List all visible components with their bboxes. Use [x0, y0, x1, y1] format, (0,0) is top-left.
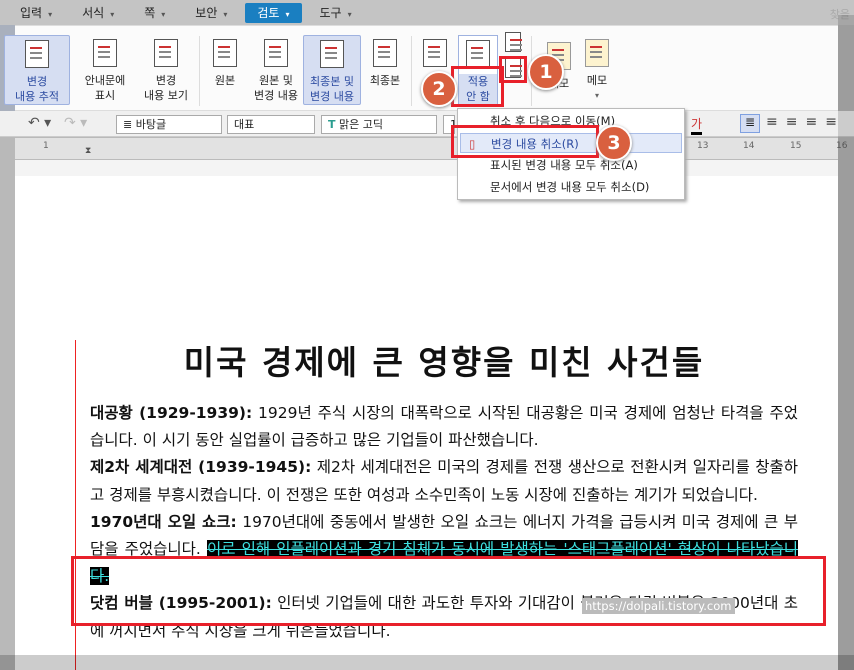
align-justify-icon[interactable]: ≣ — [740, 114, 760, 133]
menu-format[interactable]: 서식 ▾ — [70, 3, 126, 23]
highlight-inserted-text — [71, 556, 826, 626]
menu-insert[interactable]: 입력 ▾ — [8, 3, 64, 23]
divider — [199, 36, 200, 106]
paragraph: 대공황 (1929-1939): 1929년 주식 시장의 대폭락으로 시작된 … — [90, 404, 798, 450]
menu-review[interactable]: 검토 ▾ — [245, 2, 302, 23]
redo-icon[interactable]: ↷ ▾ — [64, 115, 87, 131]
step-badge-1: 1 — [528, 54, 564, 90]
ruler[interactable]: 1 13 14 15 16 ⧗ — [15, 138, 847, 160]
reject-x-icon — [466, 40, 490, 68]
font-color-icon[interactable]: 가 — [691, 115, 703, 135]
paragraph: 제2차 세계대전 (1939-1945): 제2차 세계대전은 미국의 경제를 … — [90, 458, 798, 504]
overlay-edge — [0, 655, 854, 670]
track-changes-icon — [25, 40, 49, 68]
accept-check-icon — [423, 39, 447, 67]
formatting-toolbar: ↶ ▾ ↷ ▾ ≣ 바탕글 대표 T 맑은 고딕 1 가 ≣ ≡≡≡≡ — [0, 111, 854, 137]
memo-options-button[interactable]: 메모 ▾ — [577, 34, 617, 103]
document-icon — [213, 39, 237, 67]
language-select[interactable]: 대표 — [227, 115, 315, 134]
final-and-changes-button[interactable]: 최종본 및 변경 내용 — [303, 35, 361, 105]
previous-change-button[interactable] — [503, 32, 523, 58]
undo-icon[interactable]: ↶ ▾ — [28, 115, 51, 131]
original-button[interactable]: 원본 — [205, 34, 245, 88]
balloon-icon — [93, 39, 117, 67]
memo-icon — [585, 39, 609, 67]
menu-page[interactable]: 쪽 ▾ — [132, 3, 177, 23]
overlay-edge — [838, 15, 854, 670]
view-changes-button[interactable]: 변경 내용 보기 — [135, 34, 197, 103]
highlight-menu-item — [451, 125, 599, 158]
menu-item-reject-all-in-document[interactable]: 문서에서 변경 내용 모두 취소(D) — [490, 177, 649, 197]
align-buttons[interactable]: ≡≡≡≡ — [766, 114, 845, 130]
document-icon — [320, 40, 344, 68]
menu-security[interactable]: 보안 ▾ — [183, 3, 239, 23]
divider — [411, 36, 412, 106]
previous-icon — [505, 32, 522, 52]
left-indent-marker[interactable]: ⧗ — [85, 146, 91, 156]
style-select[interactable]: ≣ 바탕글 — [116, 115, 222, 134]
step-badge-3: 3 — [596, 125, 632, 161]
final-button[interactable]: 최종본 — [363, 34, 407, 88]
document-title: 미국 경제에 큰 영향을 미친 사건들 — [183, 343, 705, 382]
menu-bar: 입력 ▾ 서식 ▾ 쪽 ▾ 보안 ▾ 검토 ▾ 도구 ▾ 찾을 — [0, 0, 854, 25]
document-icon — [373, 39, 397, 67]
highlight-reject-button — [451, 66, 504, 107]
view-changes-icon — [154, 39, 178, 67]
step-badge-2: 2 — [421, 71, 457, 107]
font-icon: T — [328, 118, 336, 131]
original-and-changes-button[interactable]: 원본 및 변경 내용 — [247, 34, 305, 103]
accept-button[interactable] — [420, 34, 450, 73]
show-balloons-button[interactable]: 안내문에 표시 — [75, 34, 135, 103]
menu-tools[interactable]: 도구 ▾ — [308, 3, 364, 23]
font-select[interactable]: T 맑은 고딕 — [321, 115, 437, 134]
document-icon — [264, 39, 288, 67]
track-changes-button[interactable]: 변경 내용 추적 — [4, 35, 70, 105]
